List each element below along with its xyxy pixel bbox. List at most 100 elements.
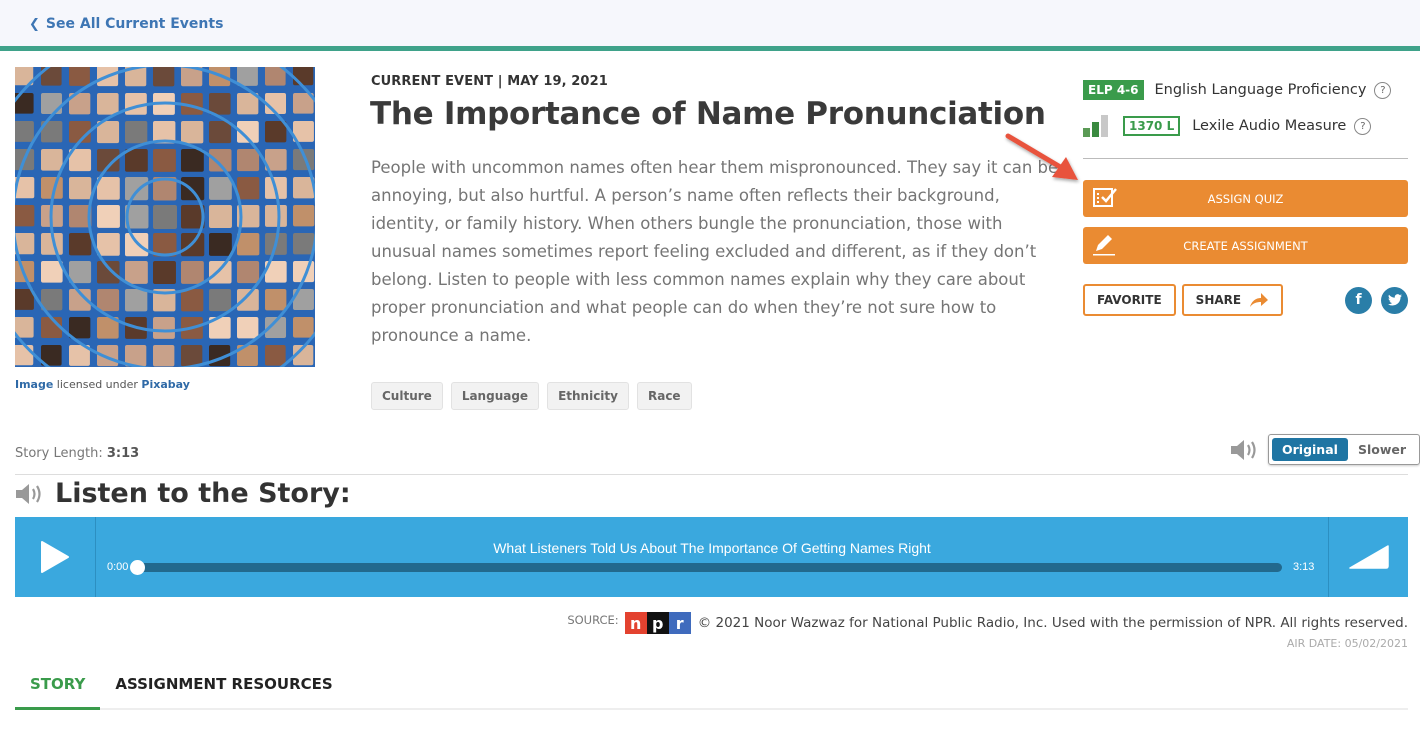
audio-player: What Listeners Told Us About The Importa… — [15, 517, 1408, 597]
collage-tile — [97, 233, 120, 256]
share-button[interactable]: SHARE — [1181, 284, 1284, 316]
collage-tile — [41, 261, 63, 283]
collage-tile — [209, 177, 232, 200]
collage-tile — [293, 317, 314, 338]
collage-tile — [125, 121, 148, 144]
tag-race[interactable]: Race — [636, 382, 692, 410]
progress-knob[interactable] — [130, 560, 145, 575]
collage-tile — [181, 345, 203, 367]
audio-progress-bar[interactable] — [130, 560, 1282, 575]
pixabay-link[interactable]: Pixabay — [141, 378, 189, 391]
speaker-icon — [1230, 439, 1260, 461]
create-assignment-label: CREATE ASSIGNMENT — [1183, 238, 1308, 253]
speed-slower-option[interactable]: Slower — [1348, 438, 1416, 461]
collage-tile — [97, 205, 120, 228]
collage-tile — [237, 261, 260, 284]
tab-story[interactable]: STORY — [15, 667, 101, 710]
collage-tile — [265, 289, 287, 311]
listen-heading-text: Listen to the Story: — [55, 478, 351, 509]
credit-text: licensed under — [53, 378, 142, 391]
collage-tile — [125, 177, 149, 201]
pencil-icon — [1092, 233, 1118, 260]
duration: 3:13 — [1293, 561, 1315, 573]
listen-heading: Listen to the Story: — [15, 478, 351, 509]
speaker-icon — [15, 483, 45, 505]
play-button[interactable] — [15, 517, 96, 597]
collage-tile — [209, 261, 232, 284]
npr-letter: p — [646, 612, 669, 634]
volume-control[interactable] — [1328, 517, 1408, 597]
tag-list: Culture Language Ethnicity Race — [371, 382, 692, 410]
collage-tile — [125, 149, 148, 172]
collage-tile — [69, 317, 91, 339]
sidebar-divider — [1083, 158, 1408, 159]
lexile-badge: 1370 L — [1123, 116, 1181, 136]
content-tabs: STORY ASSIGNMENT RESOURCES — [15, 667, 1408, 710]
collage-tile — [15, 317, 34, 338]
article-title: The Importance of Name Pronunciation — [370, 96, 1046, 132]
collage-tile — [293, 205, 315, 227]
tag-ethnicity[interactable]: Ethnicity — [547, 382, 629, 410]
collage-tile — [153, 317, 175, 339]
elp-row: ELP 4-6 English Language Proficiency ? — [1083, 78, 1408, 102]
favorite-button[interactable]: FAVORITE — [1083, 284, 1176, 316]
share-arrow-icon — [1249, 292, 1269, 308]
elp-help-icon[interactable]: ? — [1374, 81, 1392, 99]
collage-tile — [209, 149, 232, 172]
collage-tile — [209, 233, 232, 256]
source-label: SOURCE: — [567, 613, 619, 627]
facebook-icon[interactable]: f — [1345, 286, 1372, 314]
social-links: f — [1345, 286, 1408, 314]
play-icon — [41, 541, 69, 573]
action-row: FAVORITE SHARE f — [1083, 284, 1408, 316]
collage-tile — [153, 345, 175, 367]
story-length-label: Story Length: — [15, 446, 103, 461]
quiz-checklist-icon — [1092, 186, 1120, 213]
collage-tile — [41, 93, 62, 114]
article-image — [15, 67, 315, 367]
speed-original-option[interactable]: Original — [1272, 438, 1348, 461]
collage-tile — [97, 289, 120, 312]
collage-tile — [15, 205, 35, 227]
collage-tile — [15, 289, 34, 310]
lexile-label: Lexile Audio Measure — [1192, 118, 1347, 134]
twitter-icon[interactable] — [1381, 286, 1408, 314]
collage-tile — [265, 205, 287, 227]
create-assignment-button[interactable]: CREATE ASSIGNMENT — [1083, 227, 1408, 264]
collage-tile — [237, 67, 258, 86]
collage-tile — [209, 205, 232, 228]
elp-badge: ELP 4-6 — [1083, 80, 1144, 100]
collage-tile — [237, 149, 260, 172]
collage-tile — [237, 177, 260, 200]
story-length-value: 3:13 — [106, 446, 140, 461]
see-all-current-events-link[interactable]: ❮ See All Current Events — [29, 16, 223, 32]
tag-culture[interactable]: Culture — [371, 382, 443, 410]
collage-tile — [265, 121, 287, 143]
collage-tile — [153, 261, 176, 284]
elp-label: English Language Proficiency — [1154, 82, 1367, 98]
collage-tile — [15, 121, 34, 142]
level-bar — [1092, 122, 1099, 137]
speed-toggle: Original Slower — [1268, 434, 1420, 465]
image-link[interactable]: Image — [15, 378, 53, 391]
image-credit: Image licensed under Pixabay — [15, 378, 190, 391]
chevron-left-icon: ❮ — [29, 16, 40, 32]
collage-tile — [293, 67, 314, 86]
collage-tile — [153, 67, 175, 87]
assign-quiz-button[interactable]: ASSIGN QUIZ — [1083, 180, 1408, 217]
lexile-row: 1370 L Lexile Audio Measure ? — [1083, 114, 1408, 138]
tab-assignment-resources[interactable]: ASSIGNMENT RESOURCES — [100, 667, 347, 710]
article-sidebar: ELP 4-6 English Language Proficiency ? 1… — [1083, 78, 1408, 316]
top-nav-bar: ❮ See All Current Events — [0, 0, 1420, 51]
collage-tile — [97, 177, 120, 200]
collage-tile — [69, 67, 90, 86]
assign-quiz-label: ASSIGN QUIZ — [1207, 191, 1284, 206]
lexile-help-icon[interactable]: ? — [1354, 117, 1372, 135]
source-attribution: SOURCE: n p r © 2021 Noor Wazwaz for Nat… — [567, 612, 1408, 634]
tag-language[interactable]: Language — [450, 382, 540, 410]
collage-tile — [209, 289, 232, 312]
collage-tile — [125, 261, 148, 284]
article-eyebrow: CURRENT EVENT | MAY 19, 2021 — [371, 74, 608, 89]
collage-tile — [181, 177, 205, 201]
collage-tile — [237, 289, 259, 311]
